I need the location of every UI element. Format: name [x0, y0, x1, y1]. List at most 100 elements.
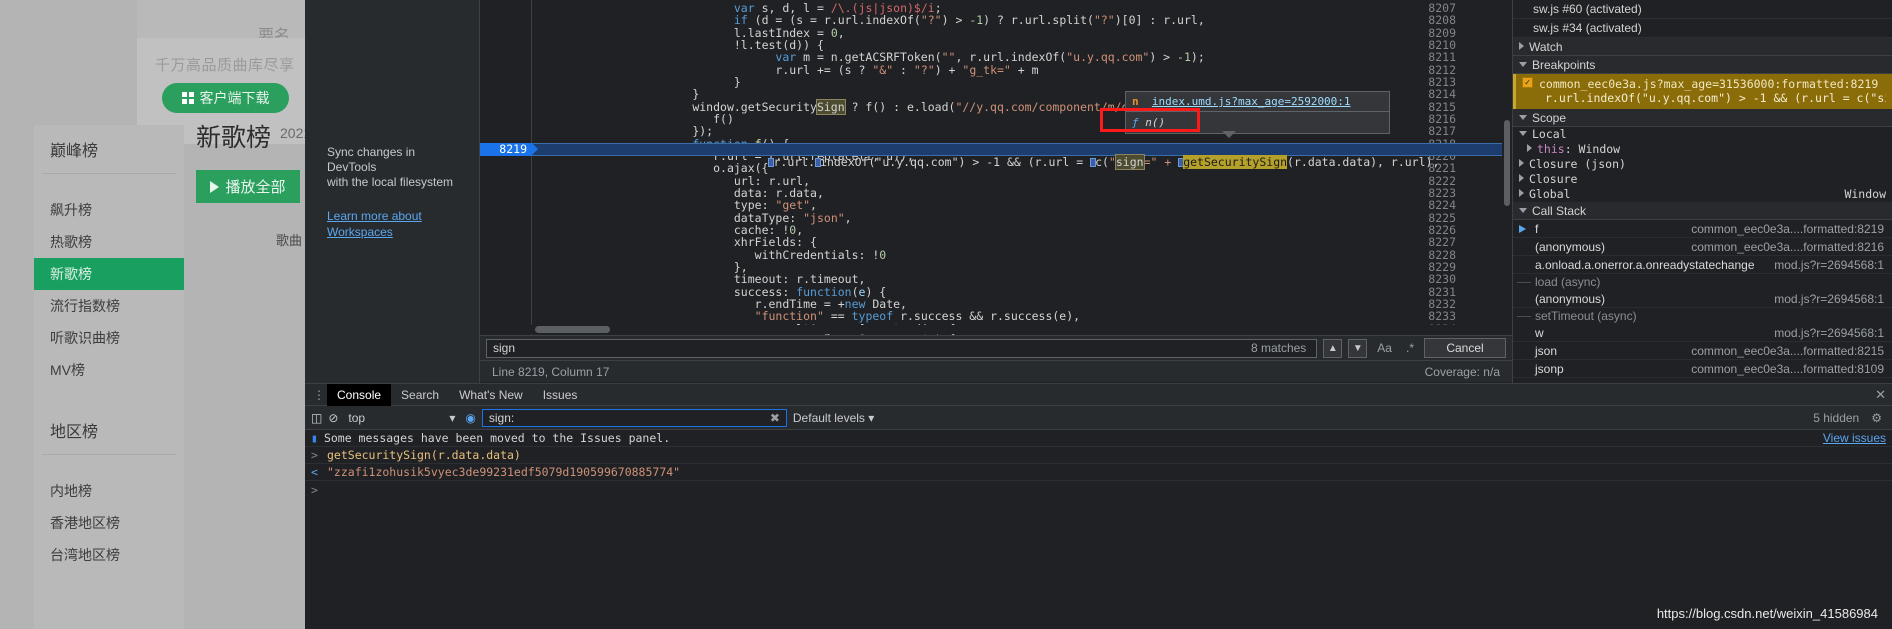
sidebar-item-soaring[interactable]: 飙升榜 — [34, 194, 184, 226]
editor-search-bar: sign 8 matches ▲ ▼ Aa .* Cancel — [480, 335, 1512, 360]
workspaces-link[interactable]: Workspaces — [327, 224, 465, 240]
line-number[interactable]: 8214 — [1416, 88, 1456, 101]
tab-whats-new[interactable]: What's New — [449, 384, 533, 406]
learn-more-link[interactable]: Learn more about — [327, 208, 465, 224]
tab-console[interactable]: Console — [327, 383, 392, 406]
client-download-button[interactable]: 客户端下载 — [162, 83, 289, 113]
chevron-down-icon: ▾ — [449, 410, 456, 425]
sidebar-item-popularity[interactable]: 流行指数榜 — [34, 290, 184, 322]
play-all-button[interactable]: 播放全部 — [196, 170, 300, 203]
call-stack-function: (anonymous) — [1535, 291, 1606, 306]
chevron-down-icon: ▾ — [868, 410, 875, 425]
sidebar-item-mainland[interactable]: 内地榜 — [34, 475, 184, 507]
regex-toggle[interactable]: .* — [1402, 341, 1418, 355]
tab-issues[interactable]: Issues — [533, 384, 588, 406]
prompt-arrow-icon: > — [311, 482, 318, 497]
console-sidebar-toggle-icon[interactable]: ◫ — [311, 411, 322, 425]
service-worker-row[interactable]: sw.js #60 (activated) — [1513, 0, 1892, 19]
execution-context-selector[interactable]: top ▾ — [344, 409, 459, 427]
search-input[interactable]: sign 8 matches — [486, 338, 1318, 358]
workspaces-pane: Sync changes in DevTools with the local … — [305, 0, 480, 385]
call-stack-row[interactable]: json common_eec0e3a....formatted:8215 — [1513, 342, 1892, 360]
line-number[interactable]: 8227 — [1416, 236, 1456, 249]
sidebar-item-hot[interactable]: 热歌榜 — [34, 226, 184, 258]
console-prompt[interactable]: > — [305, 481, 1892, 498]
search-next-button[interactable]: ▼ — [1348, 338, 1368, 358]
line-number[interactable]: 8211 — [1416, 51, 1456, 64]
console-info-message: ▮ Some messages have been moved to the I… — [305, 430, 1892, 447]
view-issues-link[interactable]: View issues — [1823, 431, 1886, 445]
line-number[interactable]: 8208 — [1416, 14, 1456, 27]
source-code-editor[interactable]: 8207 var s, d, l = /\.(js|json)$/i; 8208 … — [480, 0, 1512, 335]
play-all-label: 播放全部 — [225, 179, 286, 196]
call-stack-row[interactable]: a.onload.a.onerror.a.onreadystatechange m… — [1513, 256, 1892, 274]
hidden-messages-count: 5 hidden — [1813, 410, 1860, 425]
call-stack-row[interactable]: (anonymous) mod.js?r=2694568:1 — [1513, 290, 1892, 308]
chevron-down-icon — [1519, 131, 1527, 136]
sidebar-item-recognition[interactable]: 听歌识曲榜 — [34, 322, 184, 354]
call-stack-row[interactable]: w mod.js?r=2694568:1 — [1513, 324, 1892, 342]
line-number[interactable]: 8217 — [1416, 125, 1456, 138]
more-options-icon[interactable]: ⋮ — [311, 388, 327, 402]
paused-line-code: r.url. indexOf("u.y.qq.com") > -1 && (r.u… — [540, 144, 1439, 181]
windows-icon — [181, 92, 194, 104]
scope-label: Local — [1532, 127, 1567, 141]
call-stack-section-header[interactable]: Call Stack — [1513, 202, 1892, 220]
cancel-button[interactable]: Cancel — [1424, 338, 1506, 358]
service-worker-row[interactable]: sw.js #34 (activated) — [1513, 19, 1892, 38]
tooltip-file-link[interactable]: index.umd.js?max_age=2592000:1 — [1152, 95, 1351, 108]
scope-row[interactable]: Global Window — [1513, 187, 1892, 202]
call-stack-location: common_eec0e3a....formatted:8219 — [1691, 221, 1884, 236]
filter-eye-icon[interactable]: ◉ — [465, 411, 475, 425]
debugger-sidebar: sw.js #60 (activated) sw.js #34 (activat… — [1512, 0, 1892, 383]
breakpoint-checkbox[interactable]: ✓ — [1522, 77, 1533, 88]
clear-console-icon[interactable]: ⊘ — [328, 411, 338, 425]
editor-vertical-scrollbar[interactable] — [1502, 0, 1512, 335]
editor-horizontal-scrollbar[interactable] — [480, 325, 1512, 334]
console-result: < "zzafi1zohusik5vyec3de99231edf5079d190… — [305, 464, 1892, 481]
search-prev-button[interactable]: ▲ — [1323, 338, 1343, 358]
scope-row[interactable]: Closure (json) — [1513, 157, 1892, 172]
scope-section-header[interactable]: Scope — [1513, 109, 1892, 127]
console-expression: getSecuritySign(r.data.data) — [327, 448, 521, 462]
scope-row[interactable]: Local — [1513, 127, 1892, 142]
breakpoint-item[interactable]: ✓ common_eec0e3a.js?max_age=31536000:for… — [1513, 74, 1892, 109]
line-number[interactable]: 8233 — [1416, 310, 1456, 323]
call-stack-location: common_eec0e3a....formatted:8109 — [1691, 361, 1884, 376]
match-case-toggle[interactable]: Aa — [1373, 341, 1396, 355]
search-input-value: sign — [493, 341, 516, 355]
coverage-status: Coverage: n/a — [1424, 364, 1500, 379]
call-stack-location: mod.js?r=2694568:1 — [1774, 257, 1884, 272]
scope-label: Closure (json) — [1529, 157, 1626, 171]
client-download-label: 客户端下载 — [199, 90, 270, 106]
chevron-right-icon — [1519, 174, 1524, 182]
console-settings-gear-icon[interactable]: ⚙ — [1871, 411, 1886, 425]
call-stack-row[interactable]: f common_eec0e3a....formatted:8219 — [1513, 220, 1892, 238]
console-filter-input[interactable]: sign: ✖ — [481, 408, 787, 427]
input-arrow-icon: > — [311, 448, 318, 462]
search-match-selected: getSecuritySign — [1183, 155, 1288, 170]
log-levels-selector[interactable]: Default levels ▾ — [793, 411, 874, 425]
call-stack-row[interactable]: jsonp common_eec0e3a....formatted:8109 — [1513, 360, 1892, 378]
watch-section-header[interactable]: Watch — [1513, 38, 1892, 56]
line-number[interactable]: 8230 — [1416, 273, 1456, 286]
line-number[interactable]: 8224 — [1416, 199, 1456, 212]
call-stack-function: json — [1535, 343, 1558, 358]
sidebar-item-mv[interactable]: MV榜 — [34, 354, 184, 386]
call-stack-row[interactable]: (anonymous) common_eec0e3a....formatted:8… — [1513, 238, 1892, 256]
scope-row[interactable]: this: Window — [1513, 142, 1892, 157]
current-frame-icon — [1519, 224, 1526, 233]
tab-search[interactable]: Search — [391, 384, 449, 406]
scope-row[interactable]: Closure — [1513, 172, 1892, 187]
promo-text: 千万高品质曲库尽享 — [155, 57, 295, 74]
clear-filter-icon[interactable]: ✖ — [770, 411, 780, 425]
sidebar-item-hongkong[interactable]: 香港地区榜 — [34, 507, 184, 539]
sidebar-item-taiwan[interactable]: 台湾地区榜 — [34, 539, 184, 571]
console-drawer: ⋮ Console Search What's New Issues ✕ ◫ ⊘… — [305, 383, 1892, 629]
breakpoints-section-header[interactable]: Breakpoints — [1513, 56, 1892, 74]
close-drawer-icon[interactable]: ✕ — [1875, 387, 1892, 403]
paused-line-number: 8219 — [480, 143, 532, 156]
scope-label: this: Window — [1537, 142, 1621, 156]
sidebar-item-new-songs[interactable]: 新歌榜 — [34, 258, 184, 290]
chevron-down-icon — [1519, 208, 1527, 213]
